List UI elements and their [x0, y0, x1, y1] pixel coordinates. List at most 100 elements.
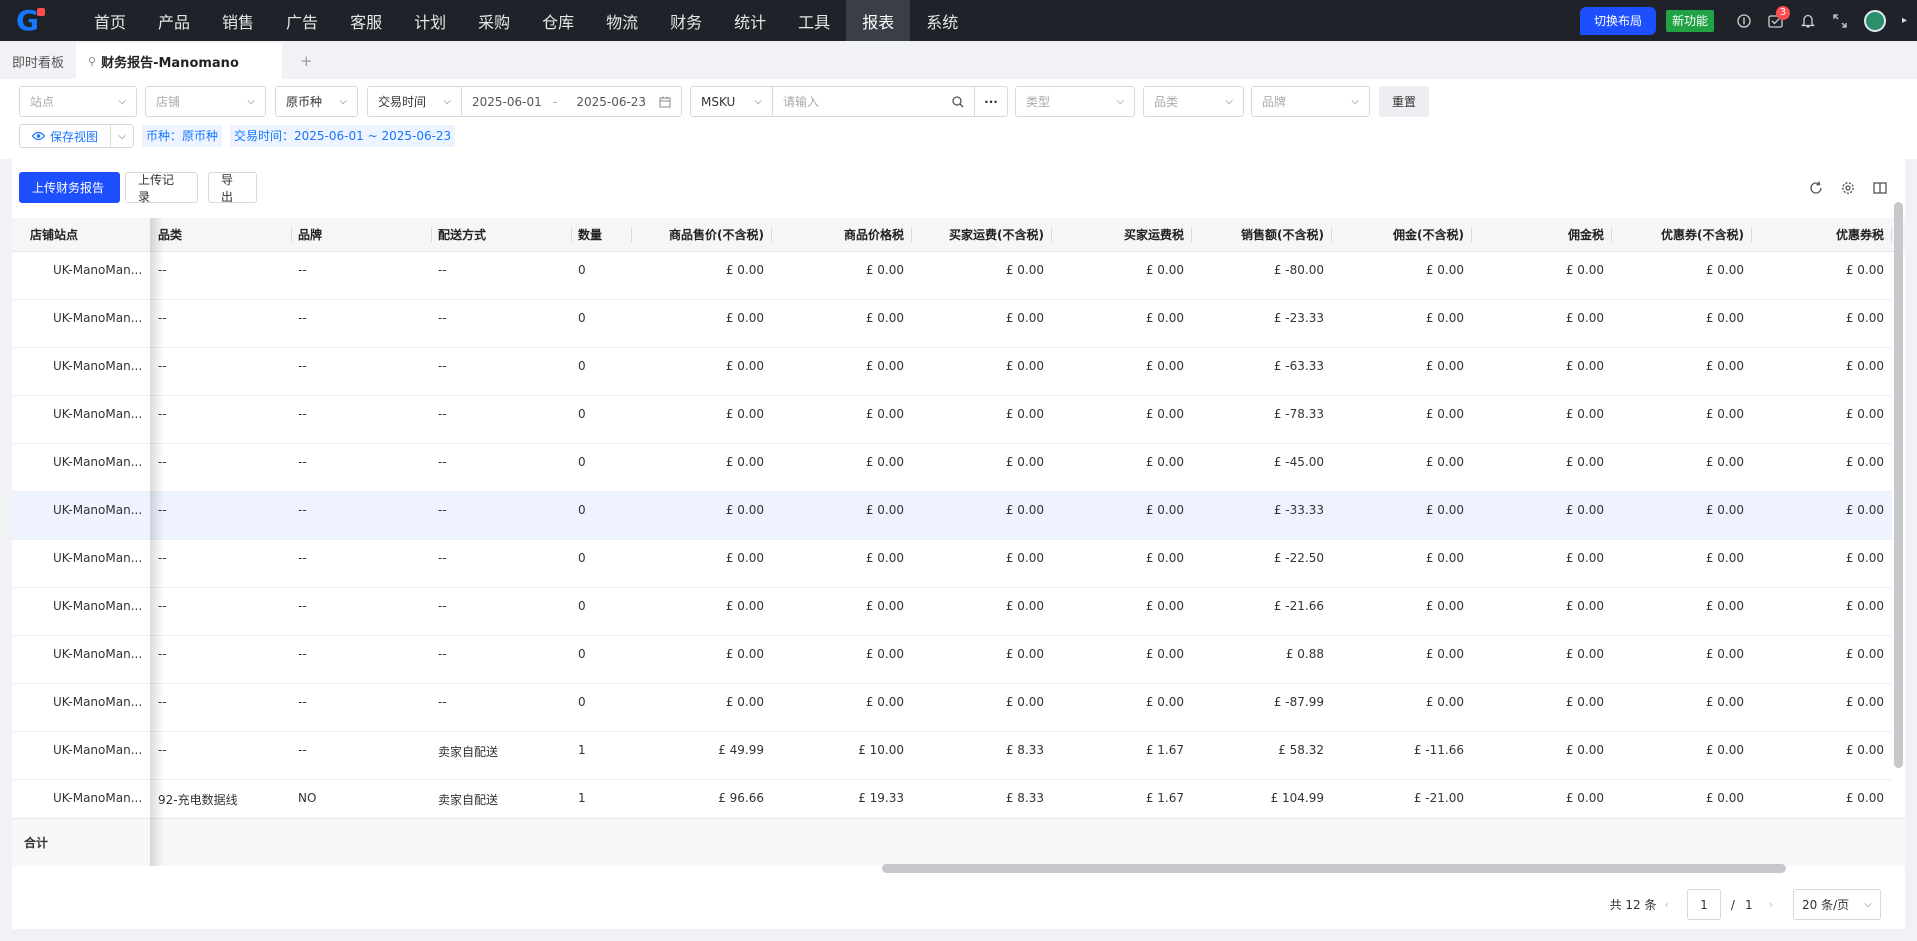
- time-type-select[interactable]: 交易时间 ⌵: [367, 86, 462, 117]
- shop-select[interactable]: 店铺 ⌵: [145, 86, 266, 117]
- table-row[interactable]: UK-ManoMan... -- -- 卖家自配送 1 £ 49.99 £ 10.00 £ 8…: [12, 732, 1892, 780]
- column-header[interactable]: 品类: [152, 218, 292, 252]
- bell-icon[interactable]: [1792, 0, 1824, 41]
- column-header-label: 店铺站点: [30, 228, 79, 242]
- table-cell: --: [158, 599, 284, 613]
- filter-chip-currency[interactable]: 币种：原币种: [142, 125, 223, 147]
- table-cell: UK-ManoMan...: [53, 263, 143, 277]
- page-input[interactable]: 1: [1686, 889, 1721, 920]
- type-select[interactable]: 类型 ⌵: [1015, 86, 1135, 117]
- nav-item-10[interactable]: 统计: [718, 0, 782, 41]
- reset-button[interactable]: 重置: [1379, 86, 1429, 117]
- export-button[interactable]: 导出: [208, 172, 257, 204]
- caret-right-icon[interactable]: ▸: [1902, 15, 1907, 26]
- table-row[interactable]: UK-ManoMan... -- -- -- 0 £ 0.00 £ 0.00 £ 0.00 £ …: [12, 684, 1892, 732]
- column-resize-handle[interactable]: [1891, 228, 1892, 242]
- refresh-icon[interactable]: [1809, 181, 1823, 195]
- nav-item-3[interactable]: 广告: [270, 0, 334, 41]
- nav-item-5[interactable]: 计划: [398, 0, 462, 41]
- vertical-scrollbar[interactable]: [1894, 202, 1903, 768]
- table-cell: £ 0.00: [1005, 551, 1044, 565]
- columns-icon[interactable]: [1873, 181, 1887, 195]
- date-start[interactable]: 2025-06-01: [472, 95, 553, 109]
- chevron-down-icon: ⌵: [339, 96, 347, 107]
- table-row[interactable]: UK-ManoMan... -- -- -- 0 £ 0.00 £ 0.00 £ 0.00 £ …: [12, 252, 1892, 300]
- nav-item-1[interactable]: 产品: [142, 0, 206, 41]
- column-header[interactable]: 数量: [572, 218, 632, 252]
- app-logo[interactable]: G: [0, 0, 78, 41]
- upload-log-button[interactable]: 上传记录: [125, 172, 198, 204]
- column-header[interactable]: 商品价格税: [772, 218, 912, 252]
- table-row[interactable]: UK-ManoMan... -- -- -- 0 £ 0.00 £ 0.00 £ 0.00 £ …: [12, 636, 1892, 684]
- nav-item-7[interactable]: 仓库: [526, 0, 590, 41]
- column-header[interactable]: 优惠券(不含税): [1612, 218, 1752, 252]
- table-cell: UK-ManoMan...: [53, 311, 143, 325]
- chevron-down-icon: ⌵: [118, 130, 126, 142]
- nav-item-0[interactable]: 首页: [78, 0, 142, 41]
- column-header[interactable]: 店铺站点: [24, 218, 164, 252]
- column-header[interactable]: 佣金(不含税): [1332, 218, 1472, 252]
- table-cell: --: [298, 647, 307, 661]
- user-avatar[interactable]: [1863, 9, 1886, 32]
- pin-icon[interactable]: ⚲: [88, 55, 96, 68]
- nav-item-4[interactable]: 客服: [334, 0, 398, 41]
- tab-dashboard[interactable]: 即时看板: [0, 43, 76, 79]
- view-row: 保存视图 ⌵ 币种：原币种 交易时间：2025-06-01 ~ 2025-06-…: [19, 124, 456, 148]
- next-page-button[interactable]: ›: [1769, 898, 1773, 911]
- table-cell: --: [158, 407, 284, 421]
- more-options-button[interactable]: ···: [974, 86, 1008, 117]
- nav-item-11[interactable]: 工具: [782, 0, 846, 41]
- save-view-dropdown[interactable]: ⌵: [111, 131, 133, 142]
- search-input[interactable]: 请输入: [772, 86, 975, 117]
- table-row[interactable]: UK-ManoMan... -- -- -- 0 £ 0.00 £ 0.00 £ 0.00 £ …: [12, 396, 1892, 444]
- column-header[interactable]: 品牌: [292, 218, 432, 252]
- column-header[interactable]: 佣金税: [1472, 218, 1612, 252]
- nav-item-12[interactable]: 报表: [846, 0, 911, 41]
- page-size-select[interactable]: 20 条/页 ⌵: [1793, 889, 1881, 920]
- task-icon[interactable]: 3: [1760, 0, 1792, 41]
- total-count: 共 12 条: [1609, 898, 1657, 912]
- search-icon[interactable]: [952, 95, 964, 108]
- table-row[interactable]: UK-ManoMan... -- -- -- 0 £ 0.00 £ 0.00 £ 0.00 £ …: [12, 540, 1892, 588]
- info-icon[interactable]: [1728, 0, 1760, 41]
- table-row[interactable]: UK-ManoMan... -- -- -- 0 £ 0.00 £ 0.00 £ 0.00 £ …: [12, 492, 1892, 540]
- column-header[interactable]: 商品售价(不含税): [632, 218, 772, 252]
- table-cell: £ 0.00: [1005, 311, 1044, 325]
- table-cell: UK-ManoMan...: [53, 551, 143, 565]
- table-row[interactable]: UK-ManoMan... -- -- -- 0 £ 0.00 £ 0.00 £ 0.00 £ …: [12, 444, 1892, 492]
- horizontal-scrollbar[interactable]: [882, 864, 1786, 873]
- table-row[interactable]: UK-ManoMan... -- -- -- 0 £ 0.00 £ 0.00 £ 0.00 £ …: [12, 348, 1892, 396]
- fullscreen-icon[interactable]: [1824, 0, 1856, 41]
- date-range-picker[interactable]: 2025-06-01 - 2025-06-23: [461, 86, 682, 117]
- date-end[interactable]: 2025-06-23: [576, 95, 659, 109]
- column-header[interactable]: 优惠券税: [1752, 218, 1892, 252]
- column-header[interactable]: 销售额(不含税): [1192, 218, 1332, 252]
- sku-type-select[interactable]: MSKU ⌵: [690, 86, 773, 117]
- column-header[interactable]: 买家运费(不含税): [912, 218, 1052, 252]
- column-header[interactable]: 配送方式: [432, 218, 572, 252]
- category-select[interactable]: 品类 ⌵: [1143, 86, 1244, 117]
- upload-report-button[interactable]: 上传财务报告: [19, 172, 120, 203]
- prev-page-button[interactable]: ‹: [1665, 898, 1669, 911]
- brand-select[interactable]: 品牌 ⌵: [1251, 86, 1370, 117]
- table-row[interactable]: UK-ManoMan... -- -- -- 0 £ 0.00 £ 0.00 £ 0.00 £ …: [12, 588, 1892, 636]
- filter-chip-time[interactable]: 交易时间：2025-06-01 ~ 2025-06-23: [230, 125, 456, 147]
- nav-item-8[interactable]: 物流: [590, 0, 654, 41]
- nav-item-6[interactable]: 采购: [462, 0, 526, 41]
- table-cell: --: [438, 407, 447, 421]
- table-cell: £ 0.00: [1705, 503, 1744, 517]
- nav-item-9[interactable]: 财务: [654, 0, 718, 41]
- tab-finance-report[interactable]: ⚲ 财务报告-Manomano: [76, 43, 283, 79]
- site-select-placeholder: 站点: [30, 95, 55, 109]
- switch-layout-button[interactable]: 切换布局: [1579, 6, 1656, 35]
- add-tab-button[interactable]: +: [282, 43, 331, 79]
- column-header[interactable]: 买家运费税: [1052, 218, 1192, 252]
- nav-item-13[interactable]: 系统: [910, 0, 974, 41]
- table-row[interactable]: UK-ManoMan... -- -- -- 0 £ 0.00 £ 0.00 £ 0.00 £ …: [12, 300, 1892, 348]
- nav-item-2[interactable]: 销售: [206, 0, 270, 41]
- site-select[interactable]: 站点 ⌵: [19, 86, 137, 117]
- save-view-button[interactable]: 保存视图: [20, 125, 112, 147]
- new-feature-button[interactable]: 新功能: [1665, 9, 1714, 32]
- gear-icon[interactable]: [1841, 181, 1855, 195]
- currency-select[interactable]: 原币种 ⌵: [275, 86, 358, 117]
